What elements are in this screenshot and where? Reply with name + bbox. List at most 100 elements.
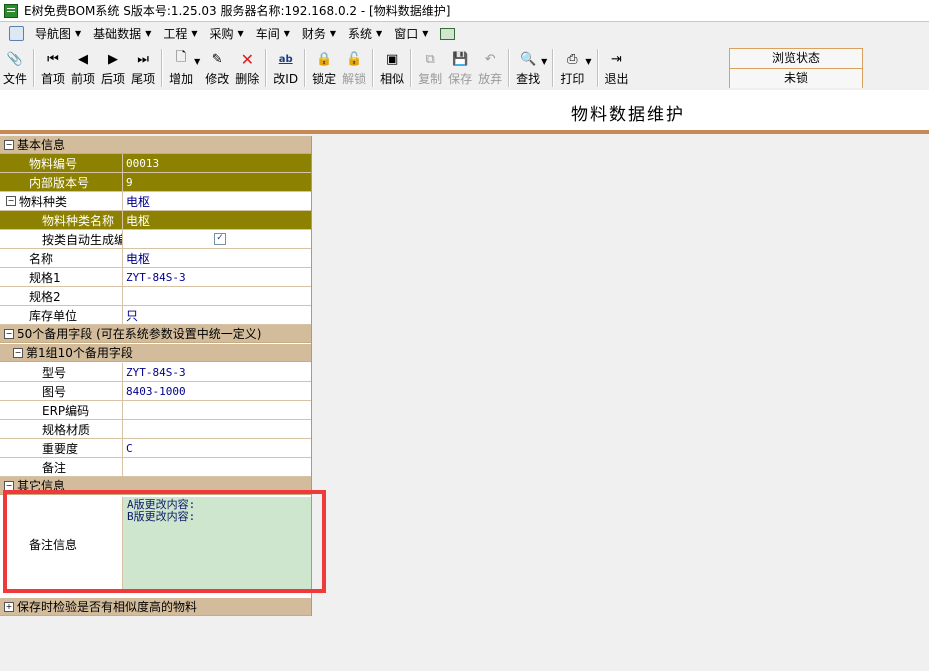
model-value[interactable]: ZYT-84S-3 <box>123 363 311 381</box>
menu-system[interactable]: 系统 ▼ <box>342 25 388 42</box>
printer-icon: ⎙ <box>567 51 578 67</box>
toolbar-separator <box>552 49 555 87</box>
menu-basic-data[interactable]: 基础数据 ▼ <box>87 25 157 42</box>
print-dropdown-icon[interactable]: ▼ <box>585 57 591 66</box>
menu-label: 窗口 <box>394 27 419 41</box>
menu-label: 工程 <box>163 27 188 41</box>
property-name: 物料编号 <box>0 154 123 172</box>
row-remark[interactable]: 备注 <box>0 458 311 477</box>
menu-navigator[interactable]: 导航图 ▼ <box>29 25 87 42</box>
add-dropdown-icon[interactable]: ▼ <box>194 57 200 66</box>
find-dropdown-icon[interactable]: ▼ <box>541 57 547 66</box>
row-material-spec[interactable]: 规格材质 <box>0 420 311 439</box>
first-button[interactable]: ⏮ 首项 <box>38 47 68 89</box>
prev-button[interactable]: ◀ 前项 <box>68 47 98 89</box>
row-importance[interactable]: 重要度 C <box>0 439 311 458</box>
drawing-value[interactable]: 8403-1000 <box>123 382 311 400</box>
row-erp[interactable]: ERP编码 <box>0 401 311 420</box>
similar-label: 相似 <box>380 72 405 86</box>
navigator-icon[interactable] <box>9 26 24 41</box>
menu-window[interactable]: 窗口 ▼ <box>388 25 434 42</box>
collapse-icon[interactable]: − <box>4 139 14 150</box>
spec2-value[interactable] <box>123 287 311 305</box>
auto-generate-checkbox[interactable]: ✓ <box>214 233 226 245</box>
exit-button[interactable]: ⇥ 退出 <box>602 47 632 89</box>
row-material-no[interactable]: 物料编号 00013 <box>0 154 311 173</box>
property-name: 备注 <box>0 458 123 476</box>
prev-record-icon: ◀ <box>78 51 89 67</box>
collapse-icon[interactable]: − <box>6 196 16 206</box>
row-spec2[interactable]: 规格2 <box>0 287 311 306</box>
menu-purchase[interactable]: 采购 ▼ <box>204 25 250 42</box>
discard-label: 放弃 <box>478 72 503 86</box>
chevron-down-icon: ▼ <box>145 29 152 38</box>
rename-id-icon: ab <box>278 53 293 65</box>
toolbar-separator <box>33 49 36 87</box>
chevron-down-icon: ▼ <box>422 29 429 38</box>
toolbar-separator <box>508 49 511 87</box>
change-id-button[interactable]: ab 改ID <box>270 47 301 89</box>
find-button[interactable]: 🔍 查找 <box>513 47 543 89</box>
category-value[interactable]: 电枢 <box>123 192 311 210</box>
material-spec-value[interactable] <box>123 420 311 438</box>
menu-finance[interactable]: 财务 ▼ <box>296 25 342 42</box>
chevron-down-icon: ▼ <box>237 29 244 38</box>
collapse-icon[interactable]: − <box>4 328 14 339</box>
copy-button[interactable]: ⧉ 复制 <box>415 47 445 89</box>
expand-icon[interactable]: + <box>4 601 14 612</box>
delete-button[interactable]: ✕ 删除 <box>232 47 262 89</box>
category-reserve[interactable]: − 50个备用字段 (可在系统参数设置中统一定义) <box>0 325 311 343</box>
menu-engineering[interactable]: 工程 ▼ <box>157 25 203 42</box>
save-label: 保存 <box>448 72 473 86</box>
row-auto-generate[interactable]: 按类自动生成编 ✓ <box>0 230 311 249</box>
category-group1[interactable]: − 第1组10个备用字段 <box>0 344 311 362</box>
importance-value[interactable]: C <box>123 439 311 457</box>
last-button[interactable]: ⏭ 尾项 <box>128 47 158 89</box>
undo-icon: ↶ <box>484 51 496 67</box>
print-button[interactable]: ⎙ 打印 <box>557 47 587 89</box>
row-category[interactable]: − 物料种类 电枢 <box>0 192 311 211</box>
collapse-icon[interactable]: − <box>4 480 14 491</box>
add-button[interactable]: 🗋 增加 <box>166 47 196 89</box>
property-name: 型号 <box>0 363 123 381</box>
spec1-value[interactable]: ZYT-84S-3 <box>123 268 311 286</box>
erp-value[interactable] <box>123 401 311 419</box>
category-label: 保存时检验是否有相似度高的物料 <box>17 600 198 614</box>
copy-icon: ⧉ <box>425 51 435 67</box>
discard-button[interactable]: ↶ 放弃 <box>475 47 505 89</box>
menu-workshop[interactable]: 车间 ▼ <box>250 25 296 42</box>
lock-button[interactable]: 🔒 锁定 <box>309 47 339 89</box>
revision-value[interactable]: 9 <box>123 173 311 191</box>
binoculars-icon: 🔍 <box>520 51 537 67</box>
menu-label: 采购 <box>209 27 234 41</box>
next-button[interactable]: ▶ 后项 <box>98 47 128 89</box>
row-unit[interactable]: 库存单位 只 <box>0 306 311 325</box>
similar-button[interactable]: ▣ 相似 <box>377 47 407 89</box>
row-spec1[interactable]: 规格1 ZYT-84S-3 <box>0 268 311 287</box>
window-layout-icon[interactable] <box>440 27 456 40</box>
row-model[interactable]: 型号 ZYT-84S-3 <box>0 363 311 382</box>
category-basic[interactable]: − 基本信息 <box>0 136 311 154</box>
property-name: 名称 <box>0 249 123 267</box>
unlock-icon: 🔓 <box>345 51 363 67</box>
file-button[interactable]: 📎 文件 <box>0 47 30 89</box>
unlock-button[interactable]: 🔓 解锁 <box>339 47 369 89</box>
row-category-name[interactable]: 物料种类名称 电枢 <box>0 211 311 230</box>
category-check-similar[interactable]: + 保存时检验是否有相似度高的物料 <box>0 598 311 616</box>
edit-label: 修改 <box>205 72 230 86</box>
row-name[interactable]: 名称 电枢 <box>0 249 311 268</box>
edit-button[interactable]: ✎ 修改 <box>202 47 232 89</box>
last-label: 尾项 <box>131 72 156 86</box>
save-button[interactable]: 💾 保存 <box>445 47 475 89</box>
row-drawing[interactable]: 图号 8403-1000 <box>0 382 311 401</box>
category-name-value[interactable]: 电枢 <box>123 211 311 229</box>
unit-value[interactable]: 只 <box>123 306 311 324</box>
collapse-icon[interactable]: − <box>13 347 23 358</box>
category-label: 50个备用字段 (可在系统参数设置中统一定义) <box>17 327 262 341</box>
row-revision[interactable]: 内部版本号 9 <box>0 173 311 192</box>
lock-icon: 🔒 <box>315 51 333 67</box>
material-no-value[interactable]: 00013 <box>123 154 311 172</box>
remark-value[interactable] <box>123 458 311 476</box>
name-value[interactable]: 电枢 <box>123 249 311 267</box>
property-name: 重要度 <box>0 439 123 457</box>
